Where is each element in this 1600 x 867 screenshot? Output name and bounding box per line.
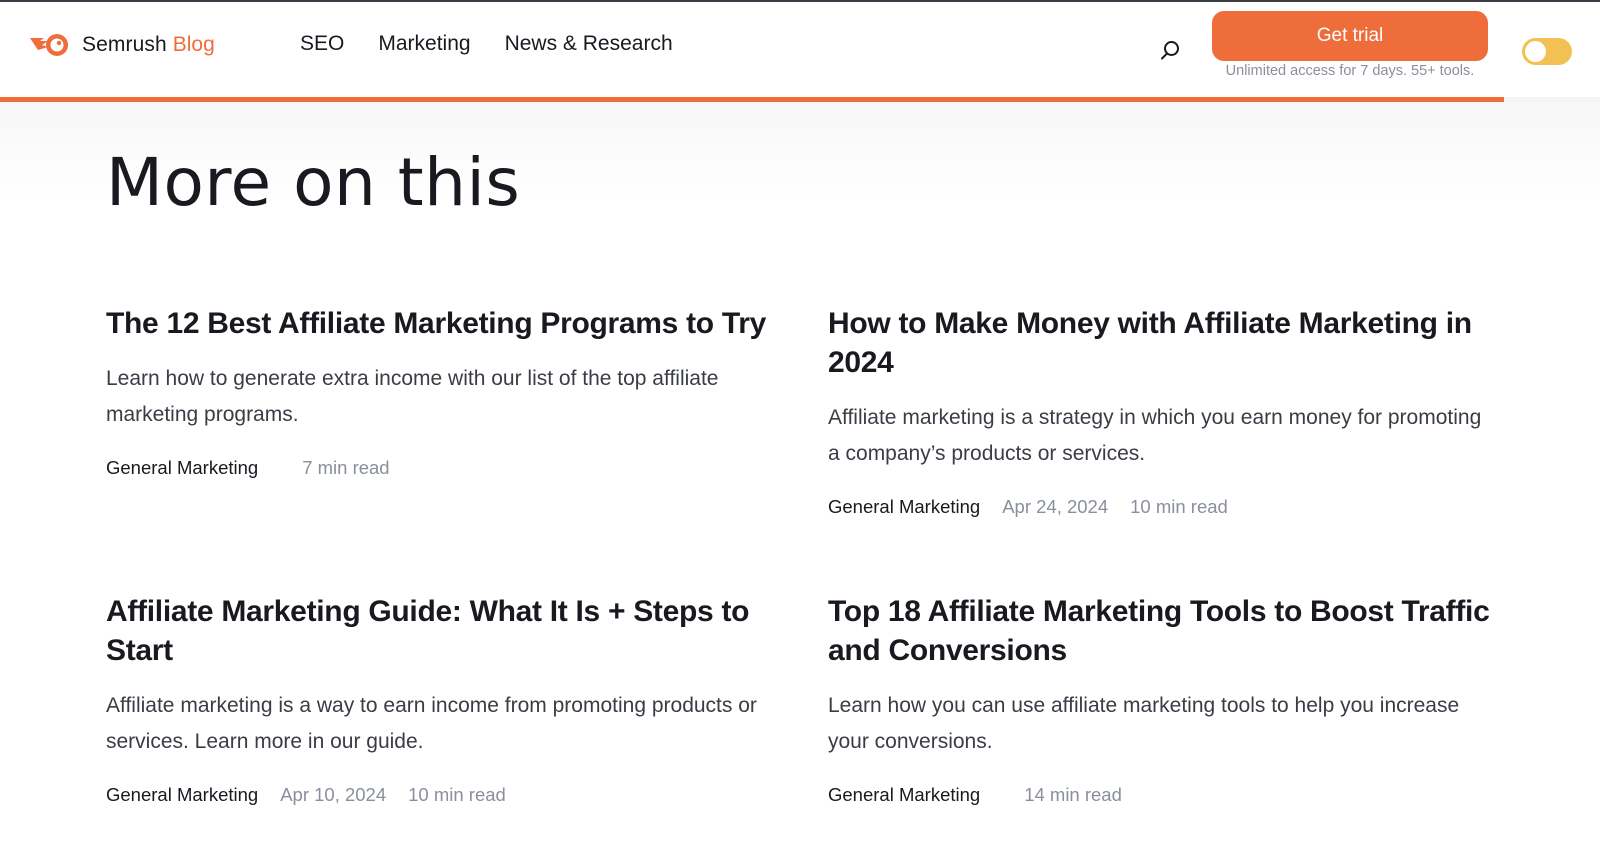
nav-item-marketing[interactable]: Marketing (378, 32, 470, 56)
nav-item-seo[interactable]: SEO (300, 32, 344, 56)
article-read-time: 14 min read (1024, 784, 1122, 805)
brand-name: Semrush (82, 33, 167, 56)
article-read-time: 7 min read (302, 457, 390, 478)
trial-subtext: Unlimited access for 7 days. 55+ tools. (1225, 63, 1475, 79)
article-meta: General Marketing 7 min read (106, 457, 771, 479)
article-summary: Learn how to generate extra income with … (106, 367, 719, 426)
article-title[interactable]: Top 18 Affiliate Marketing Tools to Boos… (828, 592, 1493, 670)
toggle-knob (1525, 41, 1546, 62)
article-card[interactable]: Affiliate Marketing Guide: What It Is + … (106, 592, 771, 806)
logo-link[interactable]: Semrush Blog (28, 30, 215, 60)
semrush-fireball-icon (30, 34, 68, 56)
brand-suffix: Blog (172, 33, 215, 56)
article-date: Apr 24, 2024 (1002, 496, 1109, 517)
article-card[interactable]: The 12 Best Affiliate Marketing Programs… (106, 304, 771, 479)
article-read-time: 10 min read (1130, 496, 1228, 517)
site-header: Semrush Blog SEO Marketing News & Resear… (0, 2, 1600, 97)
article-date: Apr 10, 2024 (280, 784, 387, 805)
article-meta: General Marketing Apr 10, 2024 10 min re… (106, 784, 771, 806)
nav-item-news-research[interactable]: News & Research (505, 32, 673, 56)
section-title: More on this (106, 144, 521, 221)
theme-toggle[interactable] (1522, 38, 1572, 65)
main-nav: SEO Marketing News & Research (300, 32, 673, 56)
article-card[interactable]: Top 18 Affiliate Marketing Tools to Boos… (828, 592, 1493, 806)
get-trial-button[interactable]: Get trial (1212, 11, 1488, 61)
article-summary: Learn how you can use affiliate marketin… (828, 694, 1460, 753)
article-summary: Affiliate marketing is a way to earn inc… (106, 694, 757, 753)
article-meta: General Marketing Apr 24, 2024 10 min re… (828, 496, 1493, 518)
article-category[interactable]: General Marketing (828, 784, 980, 806)
article-category[interactable]: General Marketing (828, 496, 980, 518)
article-title[interactable]: How to Make Money with Affiliate Marketi… (828, 304, 1493, 382)
article-category[interactable]: General Marketing (106, 784, 258, 806)
article-card[interactable]: How to Make Money with Affiliate Marketi… (828, 304, 1493, 518)
article-title[interactable]: Affiliate Marketing Guide: What It Is + … (106, 592, 771, 670)
article-summary: Affiliate marketing is a strategy in whi… (828, 406, 1482, 465)
article-meta: General Marketing 14 min read (828, 784, 1493, 806)
article-category[interactable]: General Marketing (106, 457, 258, 479)
search-icon[interactable] (1158, 38, 1182, 62)
article-read-time: 10 min read (408, 784, 506, 805)
article-title[interactable]: The 12 Best Affiliate Marketing Programs… (106, 304, 771, 343)
